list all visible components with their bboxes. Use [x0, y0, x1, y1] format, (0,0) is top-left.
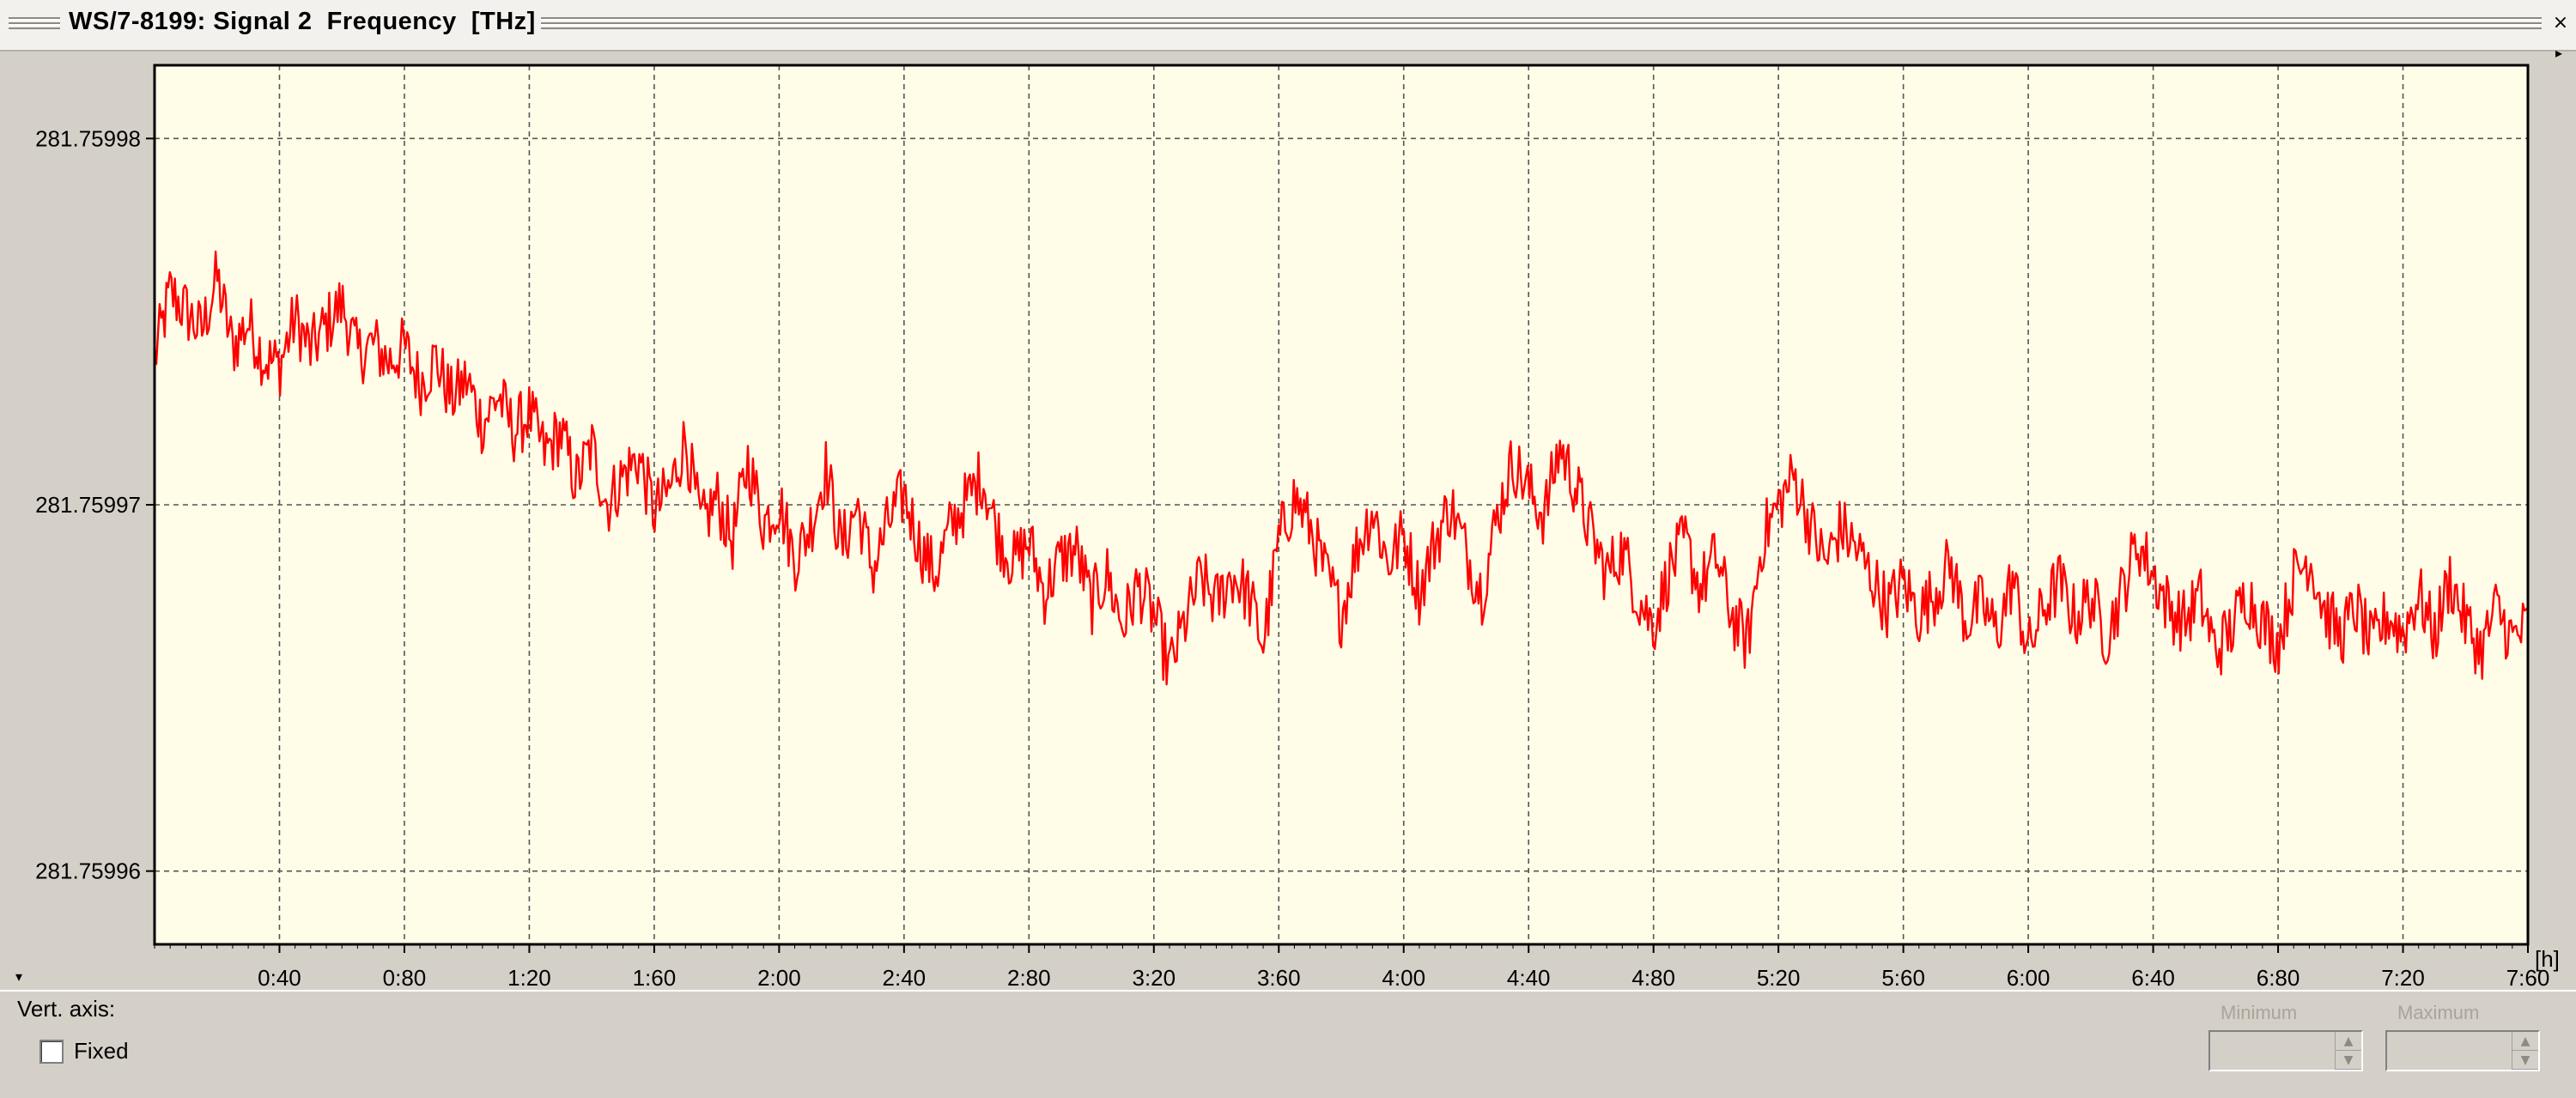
x-tick-label: 5:20: [1757, 965, 1801, 990]
maximum-spin-up-icon[interactable]: ▲: [2512, 1032, 2538, 1051]
y-tick-label: 281.75996: [35, 858, 141, 884]
x-tick-label: 0:40: [258, 965, 301, 990]
y-tick-label: 281.75997: [35, 492, 141, 518]
x-tick-label: 4:80: [1631, 965, 1675, 990]
minimum-spinbox[interactable]: ▲ ▼: [2208, 1030, 2363, 1071]
x-axis-unit-label: [h]: [2535, 946, 2560, 972]
minimum-label: Minimum: [2221, 1002, 2298, 1023]
window-title: WS/7-8199: Signal 2 Frequency [THz]: [69, 8, 536, 35]
x-tick-label: 1:20: [507, 965, 551, 990]
title-grip-right[interactable]: [541, 17, 2542, 29]
x-tick-label: 6:00: [2007, 965, 2050, 990]
x-axis: 0:40 0:80 1:20 1:60 2:00 2:40 2:80 3:20 3:60 4:00…: [154, 944, 2549, 990]
x-tick-label: 2:80: [1007, 965, 1051, 990]
y-tick-label: 281.75998: [35, 125, 141, 151]
x-tick-label: 3:60: [1257, 965, 1301, 990]
x-tick-label: 6:80: [2257, 965, 2300, 990]
x-tick-label: 3:20: [1132, 965, 1176, 990]
vert-axis-label: Vert. axis:: [17, 996, 116, 1022]
x-tick-label: 4:40: [1507, 965, 1551, 990]
maximum-spin-down-icon[interactable]: ▼: [2512, 1051, 2538, 1070]
bottom-panel: [0, 990, 2576, 1098]
close-button[interactable]: ×: [2552, 14, 2569, 33]
title-grip-left[interactable]: [9, 17, 60, 29]
fixed-label: Fixed: [74, 1038, 129, 1064]
maximum-label: Maximum: [2397, 1002, 2480, 1023]
x-tick-label: 4:00: [1382, 965, 1425, 990]
x-tick-label: 0:80: [383, 965, 427, 990]
x-tick-label: 5:60: [1881, 965, 1925, 990]
plot-background: [155, 65, 2528, 944]
minimum-spin-down-icon[interactable]: ▼: [2336, 1051, 2361, 1070]
frequency-chart[interactable]: 281.75998 281.75997 281.75996 0:40 0:80 1:20…: [0, 50, 2576, 990]
fixed-checkbox[interactable]: [39, 1040, 64, 1064]
maximum-spinbox[interactable]: ▲ ▼: [2385, 1030, 2540, 1071]
minimum-spin-buttons: ▲ ▼: [2335, 1032, 2361, 1070]
maximum-spin-buttons: ▲ ▼: [2512, 1032, 2538, 1070]
x-tick-label: 2:00: [757, 965, 801, 990]
x-tick-label: 2:40: [883, 965, 927, 990]
x-tick-label: 7:20: [2381, 965, 2425, 990]
x-tick-label: 6:40: [2131, 965, 2175, 990]
minimum-spin-up-icon[interactable]: ▲: [2336, 1032, 2361, 1051]
title-bar: WS/7-8199: Signal 2 Frequency [THz] ×: [0, 0, 2576, 52]
y-axis: 281.75998 281.75997 281.75996: [35, 125, 155, 884]
x-tick-label: 1:60: [633, 965, 677, 990]
